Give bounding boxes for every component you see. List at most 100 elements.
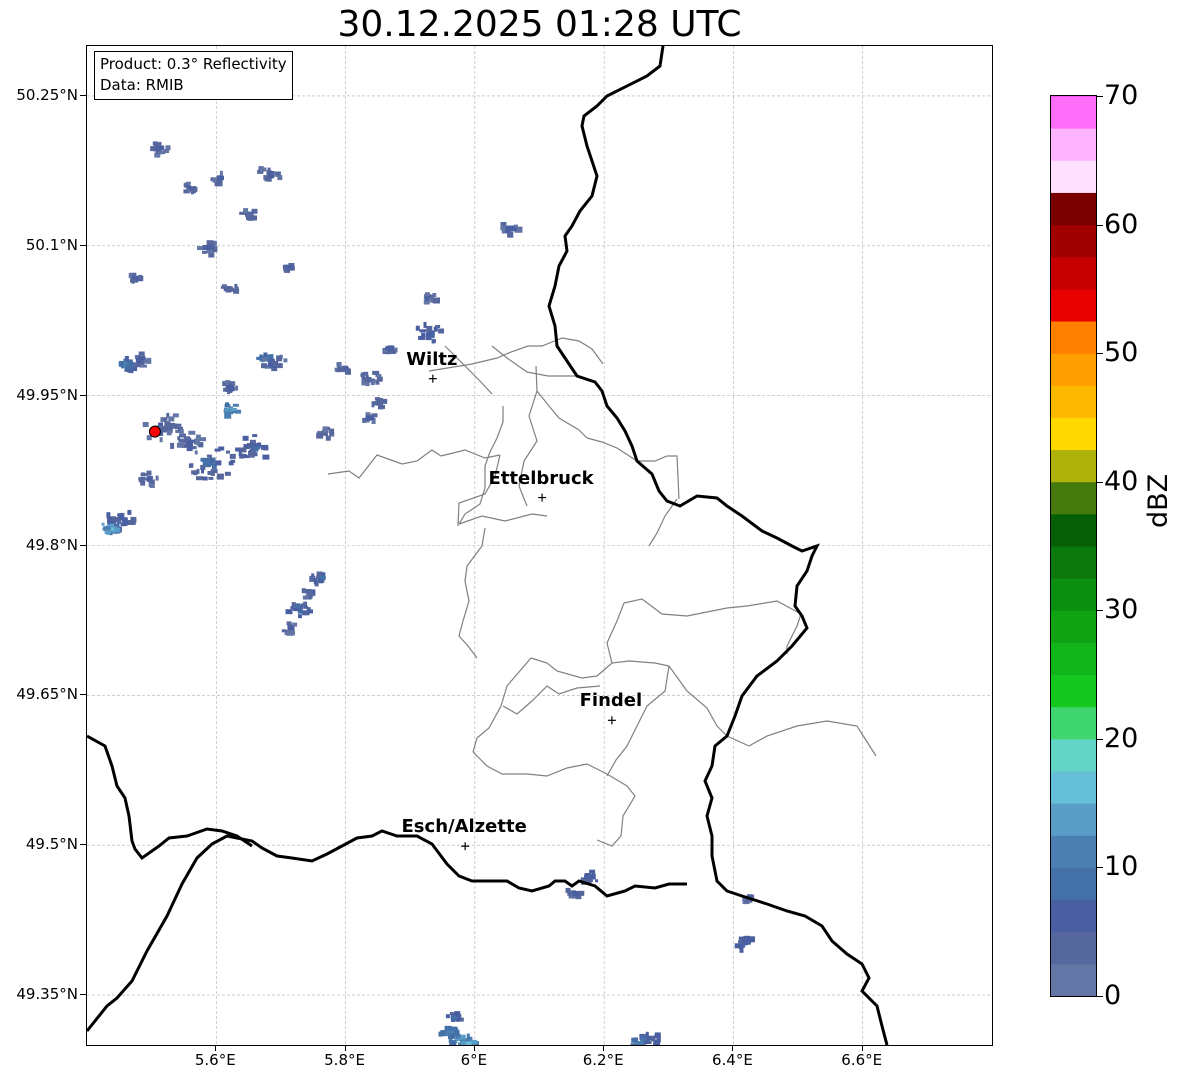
radar-echo-cell (155, 475, 159, 481)
radar-echo-cell (146, 357, 152, 364)
radar-site-marker[interactable] (148, 425, 161, 438)
map-gridlines (87, 46, 992, 1045)
radar-echo-cell (150, 146, 155, 152)
map-canvas[interactable] (87, 46, 992, 1045)
radar-echo-cell (164, 421, 171, 428)
radar-echo-cell (263, 445, 269, 451)
radar-echo-cell (196, 476, 203, 481)
colorbar-segment (1051, 513, 1096, 547)
radar-echo-cell (193, 470, 198, 476)
radar-echo-cell (127, 520, 134, 525)
colorbar-segment (1051, 546, 1096, 579)
radar-echo-cell (461, 1041, 467, 1045)
product-label: Product: 0.3° Reflectivity (100, 55, 287, 73)
radar-echo-cell (364, 377, 372, 380)
radar-echo-cell (208, 476, 214, 480)
radar-echo-cell (189, 463, 194, 468)
colorbar-segment (1051, 610, 1096, 643)
radar-echo-cell (261, 363, 267, 369)
city-label: Esch/Alzette (401, 816, 527, 838)
colorbar-segment (1051, 706, 1096, 740)
radar-echo-cell (205, 458, 211, 464)
radar-echo-cell (225, 408, 229, 412)
radar-echo-cell (445, 1014, 450, 1019)
canton-border (472, 751, 588, 777)
radar-echo-cell (431, 339, 436, 344)
colorbar-segment (1051, 256, 1096, 290)
colorbar-segment (1051, 128, 1096, 161)
radar-echo-cell (316, 432, 324, 439)
latitude-tick (80, 244, 86, 246)
radar-echo-cell (213, 246, 218, 253)
radar-echo-cell (252, 434, 258, 438)
radar-echo-cell (429, 294, 433, 299)
colorbar-segment (1051, 449, 1096, 483)
radar-echo-cell (295, 603, 301, 609)
radar-echo-cell (269, 354, 274, 359)
city-label: Ettelbruck (488, 467, 594, 489)
latitude-label: 49.8°N (25, 535, 78, 554)
radar-echo-cell (142, 422, 149, 427)
radar-echo-cell (630, 1043, 636, 1045)
radar-echo-cell (246, 214, 251, 221)
radar-site-dot[interactable] (148, 425, 161, 438)
canton-border (606, 665, 670, 777)
radar-echo-cell (118, 361, 124, 367)
radar-echo-cell (216, 473, 224, 480)
radar-echo-cell (103, 526, 111, 531)
radar-echo-cell (179, 429, 184, 436)
latitude-tick (80, 694, 86, 696)
radar-echo-cell (140, 364, 147, 368)
canton-border (458, 513, 548, 525)
canton-border (491, 345, 577, 377)
radar-echo-cell (106, 529, 111, 535)
colorbar-tick-label: 20 (1104, 722, 1139, 754)
colorbar-segment (1051, 835, 1096, 868)
colorbar-segment (1051, 160, 1096, 193)
radar-echo-cell (194, 450, 198, 455)
canton-border (648, 498, 678, 547)
radar-echo-cell (367, 416, 375, 421)
colorbar-tick-label: 0 (1104, 980, 1122, 1011)
colorbar-segment (1051, 417, 1096, 451)
radar-echo-cell (460, 1035, 465, 1039)
longitude-label: 6°E (460, 1051, 488, 1069)
radar-echo-cell (158, 151, 164, 155)
radar-echo-cell (572, 891, 579, 897)
radar-echo-cell (195, 434, 201, 441)
radar-echo-cell (226, 288, 231, 293)
canton-border (327, 449, 442, 479)
longitude-label: 6.2°E (582, 1051, 624, 1069)
radar-echo-cell (238, 450, 242, 457)
longitude-tick (215, 1046, 217, 1051)
radar-echo-cell (742, 940, 749, 945)
canton-border (530, 657, 613, 679)
radar-echo-cell (584, 874, 591, 879)
radar-echo-cell (454, 1031, 460, 1037)
latitude-tick (80, 394, 86, 396)
radar-echo-cell (201, 467, 204, 474)
radar-echo-cell (138, 351, 145, 356)
radar-echo-cell (152, 141, 158, 146)
colorbar-tick (1097, 610, 1103, 612)
radar-echo-cell (197, 246, 203, 251)
longitude-tick (473, 1046, 475, 1051)
radar-echo-cell (210, 472, 215, 476)
colorbar-tick (1097, 738, 1103, 740)
colorbar-tick-label: 70 (1104, 80, 1139, 111)
radar-echo-cell (590, 874, 596, 879)
radar-echo-cell (230, 459, 236, 463)
radar-map[interactable] (86, 45, 993, 1046)
radar-echo-cell (187, 441, 193, 447)
radar-echo-cell (292, 622, 298, 627)
radar-echo-cell (158, 141, 162, 146)
radar-echo-cell (120, 522, 127, 527)
radar-echo-cell (298, 614, 302, 619)
radar-echo-cell (121, 517, 127, 523)
radar-echo-cell (446, 1030, 450, 1037)
radar-echo-cell (229, 453, 236, 459)
colorbar-segment (1051, 642, 1096, 676)
longitude-tick (603, 1046, 605, 1051)
colorbar-tick (1097, 996, 1103, 997)
radar-echo-cell (362, 417, 367, 423)
